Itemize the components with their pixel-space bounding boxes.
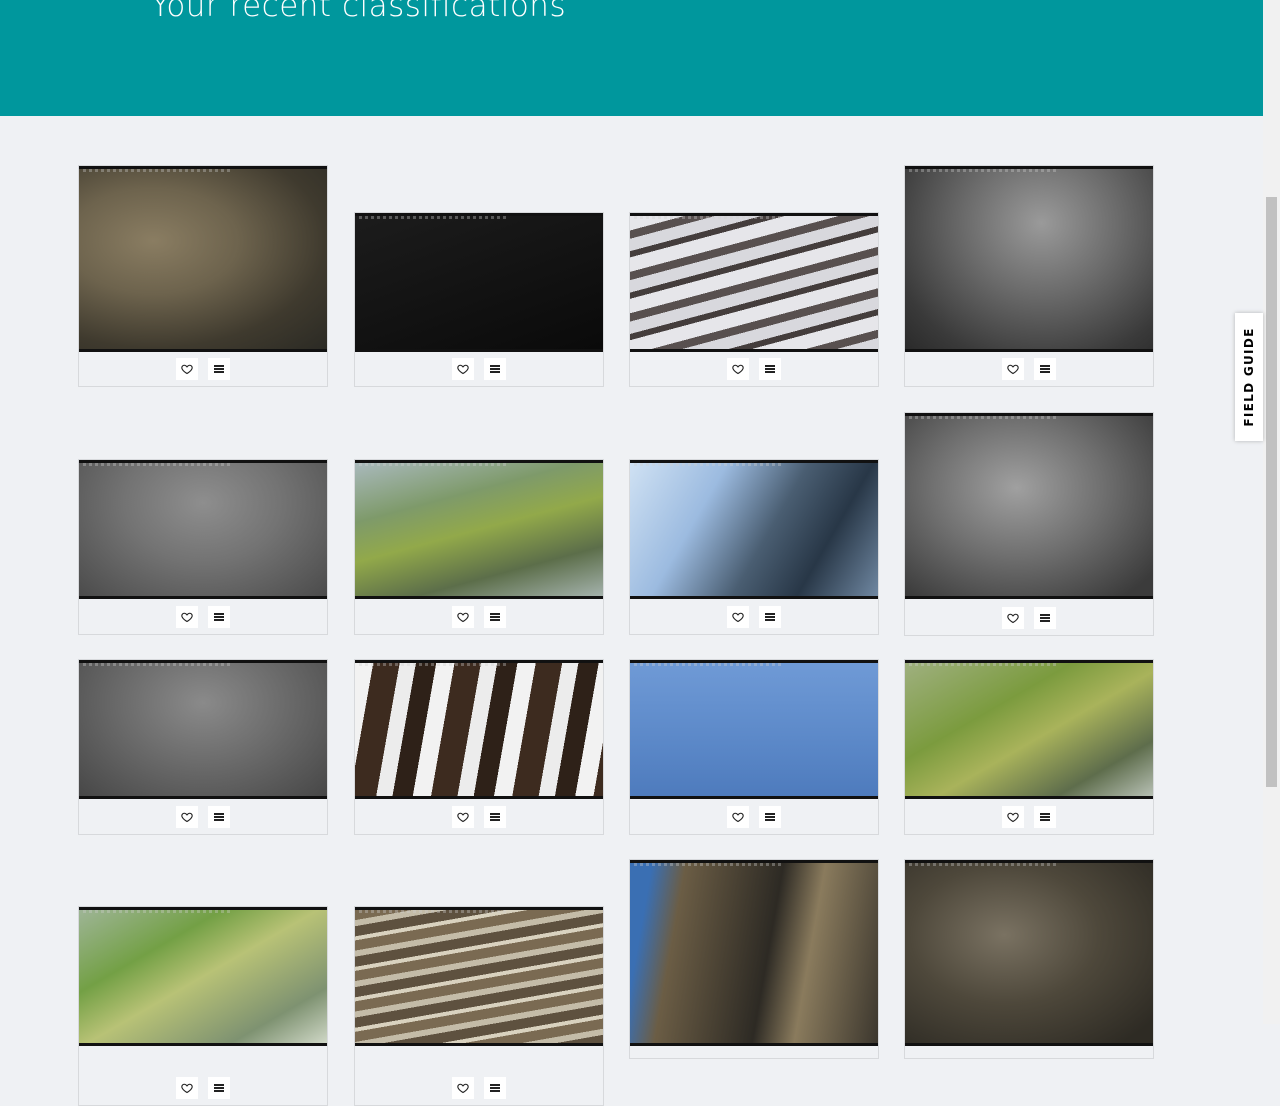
camera-timestamp-strip (359, 463, 508, 466)
subject-thumbnail[interactable] (355, 907, 603, 1046)
classification-card[interactable] (78, 906, 328, 1106)
classification-card[interactable] (354, 212, 604, 387)
classification-card[interactable] (354, 659, 604, 835)
camera-timestamp-strip (634, 863, 783, 866)
camera-timestamp-strip (83, 463, 232, 466)
scrollbar-thumb[interactable] (1266, 197, 1277, 787)
add-to-collection-button[interactable] (759, 806, 781, 828)
camera-timestamp-strip (359, 663, 508, 666)
add-to-collection-button[interactable] (208, 1077, 230, 1099)
favorite-button[interactable] (452, 1077, 474, 1099)
camera-timestamp-strip (359, 910, 508, 913)
add-to-collection-button[interactable] (484, 806, 506, 828)
camera-timestamp-strip (83, 910, 232, 913)
favorite-button[interactable] (727, 358, 749, 380)
favorite-button[interactable] (176, 606, 198, 628)
page-header: Your recent classifications (0, 0, 1263, 116)
add-to-collection-button[interactable] (484, 358, 506, 380)
classification-card[interactable] (354, 459, 604, 635)
subject-thumbnail[interactable] (630, 460, 878, 599)
camera-timestamp-strip (909, 663, 1058, 666)
classification-card[interactable] (629, 659, 879, 835)
add-to-collection-button[interactable] (1034, 806, 1056, 828)
camera-timestamp-strip (909, 169, 1058, 172)
classification-card[interactable] (629, 859, 879, 1059)
add-to-collection-button[interactable] (208, 606, 230, 628)
card-actions (355, 800, 603, 834)
camera-timestamp-strip (83, 169, 232, 172)
add-to-collection-button[interactable] (208, 806, 230, 828)
add-to-collection-button[interactable] (484, 1077, 506, 1099)
favorite-button[interactable] (452, 358, 474, 380)
card-actions (355, 352, 603, 386)
subject-thumbnail[interactable] (355, 660, 603, 799)
card-actions (79, 800, 327, 834)
card-actions (79, 600, 327, 634)
card-actions (355, 1071, 603, 1105)
favorite-button[interactable] (727, 806, 749, 828)
page-scrollbar[interactable] (1263, 0, 1280, 1024)
page-title: Your recent classifications (151, 0, 567, 24)
add-to-collection-button[interactable] (1034, 607, 1056, 629)
card-actions (79, 352, 327, 386)
camera-timestamp-strip (359, 216, 508, 219)
card-actions (630, 352, 878, 386)
classification-card[interactable] (78, 459, 328, 635)
favorite-button[interactable] (176, 358, 198, 380)
field-guide-label: FIELD GUIDE (1242, 327, 1256, 427)
subject-thumbnail[interactable] (630, 860, 878, 1046)
favorite-button[interactable] (176, 806, 198, 828)
card-actions (79, 1071, 327, 1105)
subject-thumbnail[interactable] (355, 460, 603, 599)
card-actions (630, 600, 878, 634)
card-actions (905, 601, 1153, 635)
subject-thumbnail[interactable] (355, 213, 603, 352)
classification-card[interactable] (904, 859, 1154, 1059)
camera-timestamp-strip (634, 663, 783, 666)
camera-timestamp-strip (634, 216, 783, 219)
favorite-button[interactable] (176, 1077, 198, 1099)
classification-card[interactable] (904, 412, 1154, 636)
subject-thumbnail[interactable] (79, 460, 327, 599)
camera-timestamp-strip (83, 663, 232, 666)
card-actions (630, 800, 878, 834)
camera-timestamp-strip (909, 863, 1058, 866)
add-to-collection-button[interactable] (759, 358, 781, 380)
classification-card[interactable] (904, 165, 1154, 387)
subject-thumbnail[interactable] (79, 660, 327, 799)
favorite-button[interactable] (1002, 358, 1024, 380)
card-actions (905, 352, 1153, 386)
add-to-collection-button[interactable] (208, 358, 230, 380)
subject-thumbnail[interactable] (905, 660, 1153, 799)
subject-thumbnail[interactable] (79, 166, 327, 352)
subject-thumbnail[interactable] (630, 660, 878, 799)
favorite-button[interactable] (452, 806, 474, 828)
card-actions (905, 800, 1153, 834)
classification-card[interactable] (629, 212, 879, 387)
favorite-button[interactable] (1002, 607, 1024, 629)
add-to-collection-button[interactable] (759, 606, 781, 628)
classification-card[interactable] (78, 165, 328, 387)
camera-timestamp-strip (909, 416, 1058, 419)
subject-thumbnail[interactable] (905, 413, 1153, 599)
subject-thumbnail[interactable] (630, 213, 878, 352)
favorite-button[interactable] (452, 606, 474, 628)
subject-thumbnail[interactable] (905, 860, 1153, 1046)
field-guide-tab[interactable]: FIELD GUIDE (1235, 313, 1263, 441)
camera-timestamp-strip (634, 463, 783, 466)
favorite-button[interactable] (727, 606, 749, 628)
add-to-collection-button[interactable] (1034, 358, 1056, 380)
classification-card[interactable] (354, 906, 604, 1106)
card-actions (355, 600, 603, 634)
classification-card[interactable] (629, 459, 879, 635)
classification-card[interactable] (78, 659, 328, 835)
classification-card[interactable] (904, 659, 1154, 835)
subject-thumbnail[interactable] (79, 907, 327, 1046)
favorite-button[interactable] (1002, 806, 1024, 828)
add-to-collection-button[interactable] (484, 606, 506, 628)
subject-thumbnail[interactable] (905, 166, 1153, 352)
